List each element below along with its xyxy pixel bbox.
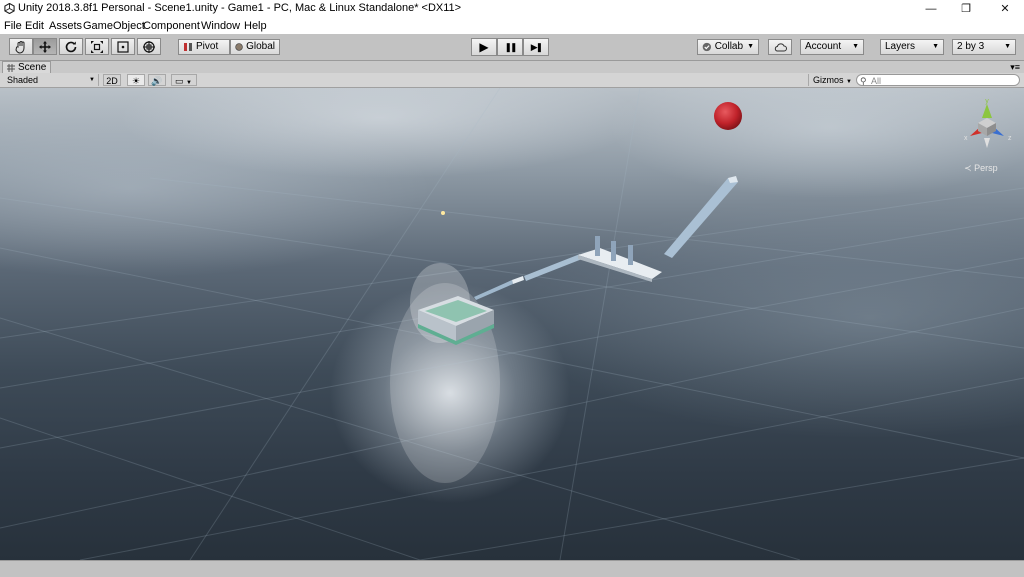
rect-tool-button[interactable] [111,38,135,55]
cloud-icon [774,42,787,51]
chevron-down-icon: ▼ [932,43,939,50]
menu-component[interactable]: Component [143,20,200,32]
light-gizmo-icon [441,211,445,215]
menu-window[interactable]: Window [201,20,240,32]
search-placeholder: All [871,76,882,86]
scene-render [0,88,1024,560]
rotate-tool-button[interactable] [59,38,83,55]
rect-transform-icon [117,40,129,53]
step-icon: ▶❚ [530,41,544,52]
gizmos-dropdown[interactable]: Gizmos ▼ [808,74,852,86]
scene-grid-icon [7,63,15,72]
pause-button[interactable]: ❚❚ [497,38,523,56]
scene-toolbar: Shaded ▼ 2D ☀ 🔊 ▭ ▼ Gizmos ▼ ⚲ All [0,73,1024,88]
menu-file[interactable]: File [4,20,22,32]
scene-tab-bar: Scene ▾≡ [0,61,1024,73]
orientation-gizmo[interactable]: y x z [956,96,1018,154]
speaker-icon: 🔊 [151,76,163,86]
hand-tool-button[interactable] [9,38,33,55]
effects-dropdown[interactable]: ▭ ▼ [171,74,197,86]
maximize-button[interactable]: ❐ [949,0,983,18]
y-axis-label: y [985,98,989,105]
x-axis-label: x [964,135,968,142]
chevron-down-icon: ▼ [89,77,95,83]
play-icon: ▶ [479,40,489,54]
move-arrows-icon [39,40,51,53]
layout-label: 2 by 3 [957,41,985,52]
main-toolbar: Pivot Global ▶ ❚❚ ▶❚ Collab ▼ Account ▼ … [0,34,1024,61]
2d-toggle[interactable]: 2D [103,74,121,86]
check-circle-icon [702,42,712,52]
title-bar: Unity 2018.3.8f1 Personal - Scene1.unity… [0,0,1024,18]
global-label: Global [246,41,275,52]
transform-icon [143,40,155,53]
step-button[interactable]: ▶❚ [523,38,549,56]
projection-toggle[interactable]: ≺ Persp [964,163,998,174]
window-title: Unity 2018.3.8f1 Personal - Scene1.unity… [18,2,462,14]
tab-menu-icon[interactable]: ▾≡ [1010,61,1020,73]
rotate-icon [65,41,77,52]
menu-edit[interactable]: Edit [25,20,44,32]
search-icon: ⚲ [860,76,867,86]
pivot-toggle[interactable]: Pivot [178,39,230,55]
y-axis-cone[interactable] [982,104,992,118]
menu-help[interactable]: Help [244,20,267,32]
collab-label: Collab [714,41,744,52]
transform-tool-button[interactable] [137,38,161,55]
pivot-label: Pivot [196,41,219,52]
lighting-toggle[interactable]: ☀ [127,74,145,86]
chevron-down-icon: ▼ [1004,43,1011,50]
tab-scene-label: Scene [18,61,47,73]
sun-icon: ☀ [131,76,141,86]
menu-gameobject[interactable]: GameObject [83,20,145,32]
pivot-icon [184,43,192,51]
status-bar [0,560,1024,577]
tab-scene[interactable]: Scene [2,61,52,73]
menu-bar: File Edit Assets GameObject Component Wi… [0,18,1024,34]
menu-assets[interactable]: Assets [49,20,82,32]
scale-tool-button[interactable] [85,38,109,55]
layers-label: Layers [885,41,916,52]
hand-icon [15,40,25,54]
chevron-down-icon: ▼ [186,80,192,86]
globe-icon [235,43,243,51]
ground-grid [0,88,1024,560]
move-tool-button[interactable] [33,38,57,55]
minimize-button[interactable]: — [914,0,948,18]
unity-logo-icon [4,3,15,14]
image-effects-icon: ▭ [175,76,184,86]
global-toggle[interactable]: Global [230,39,280,55]
chevron-down-icon: ▼ [747,43,754,50]
pause-icon: ❚❚ [504,41,517,52]
chevron-down-icon: ▼ [846,79,852,85]
projection-label: Persp [974,163,998,173]
scene-viewport[interactable]: y x z ≺ Persp [0,88,1024,560]
account-label: Account [805,41,842,52]
layout-dropdown[interactable]: 2 by 3 ▼ [952,39,1016,55]
chevron-down-icon: ▼ [852,43,859,50]
2d-toggle-label: 2D [106,76,118,86]
audio-toggle[interactable]: 🔊 [148,74,166,86]
layers-dropdown[interactable]: Layers ▼ [880,39,944,55]
close-button[interactable]: ✕ [988,0,1022,18]
shading-mode-label: Shaded [7,75,39,85]
play-button[interactable]: ▶ [471,38,497,56]
account-dropdown[interactable]: Account ▼ [800,39,864,55]
projection-arrow-icon: ≺ [964,163,972,173]
cloud-button[interactable] [768,39,792,55]
scale-icon [91,40,103,53]
shading-mode-dropdown[interactable]: Shaded ▼ [3,74,99,86]
collab-dropdown[interactable]: Collab ▼ [697,39,759,55]
z-axis-label: z [1008,135,1012,142]
tilted-plank [664,176,738,258]
red-ball [714,102,742,130]
gizmos-label: Gizmos [813,75,844,85]
scene-search-input[interactable]: ⚲ All [856,74,1020,86]
